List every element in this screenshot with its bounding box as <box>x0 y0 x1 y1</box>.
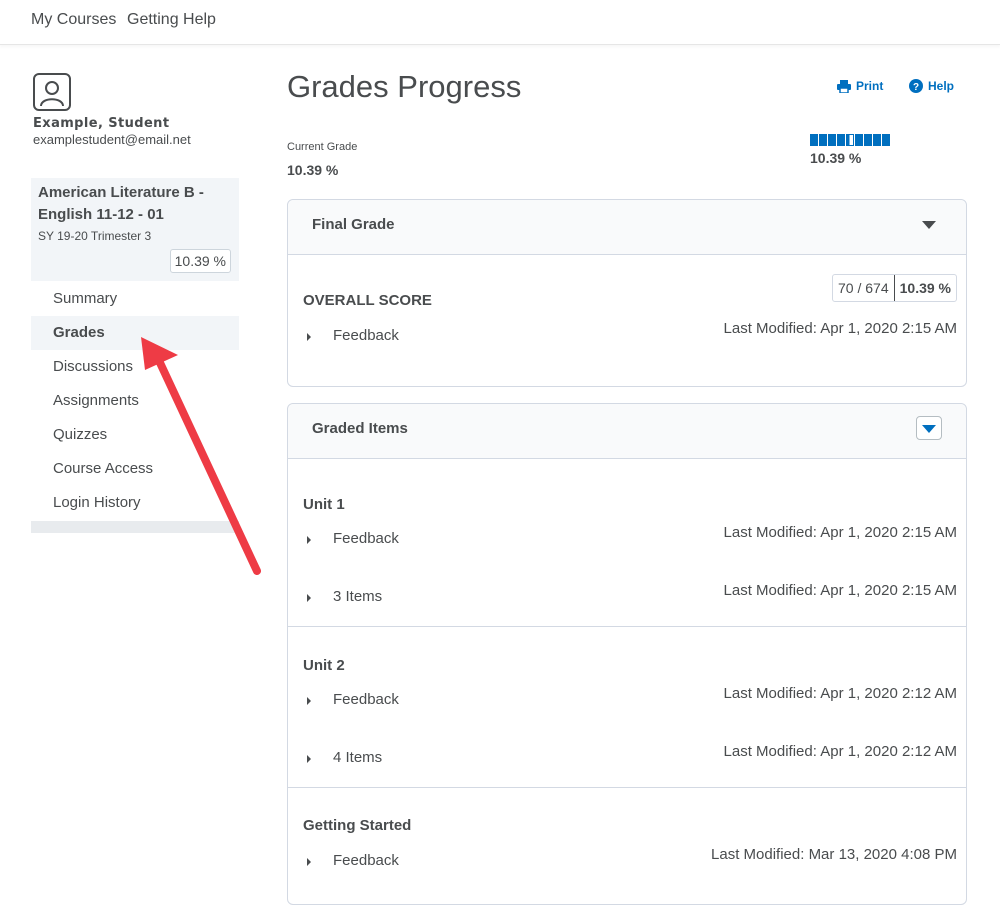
grade-meter <box>810 134 890 146</box>
last-modified: Last Modified: Apr 1, 2020 2:15 AM <box>723 524 957 541</box>
meter-segment <box>873 134 881 146</box>
items-count: 3 Items <box>333 588 383 605</box>
user-name: Example, Student <box>33 116 170 131</box>
feedback-toggle[interactable]: Feedback <box>307 852 399 869</box>
course-grade-badge: 10.39 % <box>169 249 231 273</box>
expand-triangle-icon <box>307 535 311 544</box>
feedback-label: Feedback <box>333 530 399 547</box>
help-button[interactable]: ? Help <box>909 79 954 93</box>
last-modified: Last Modified: Mar 13, 2020 4:08 PM <box>711 846 957 863</box>
section-title: Unit 2 <box>303 657 345 674</box>
current-grade-label: Current Grade <box>287 141 358 153</box>
user-email: examplestudent@email.net <box>33 132 191 147</box>
final-grade-header[interactable]: Final Grade <box>288 200 966 255</box>
graded-items-header[interactable]: Graded Items <box>288 404 966 459</box>
print-button[interactable]: Print <box>837 79 883 93</box>
meter-segment <box>882 134 890 146</box>
course-card: American Literature B - English 11-12 - … <box>31 178 239 281</box>
overall-score-box: 70 / 674 10.39 % <box>832 274 957 302</box>
user-icon <box>40 81 64 107</box>
graded-items-title: Graded Items <box>312 420 408 437</box>
section-title: Getting Started <box>303 817 412 834</box>
feedback-label: Feedback <box>333 691 399 708</box>
overall-percent: 10.39 % <box>899 280 951 296</box>
expand-triangle-icon <box>307 332 311 341</box>
help-icon: ? <box>909 79 923 93</box>
collapse-caret-icon[interactable] <box>922 221 936 229</box>
chevron-down-icon <box>922 425 936 433</box>
graded-items-panel: Graded Items Unit 1 Feedback Last Modifi… <box>287 403 967 905</box>
last-modified: Last Modified: Apr 1, 2020 2:15 AM <box>723 320 957 337</box>
overall-score-label: OVERALL SCORE <box>303 292 432 309</box>
meter-segment <box>819 134 827 146</box>
sidebar-item-summary[interactable]: Summary <box>31 282 239 316</box>
final-grade-title: Final Grade <box>312 216 395 233</box>
sidebar-item-quizzes[interactable]: Quizzes <box>31 418 239 452</box>
top-nav: My Courses Getting Help <box>0 0 1000 45</box>
meter-segment <box>864 134 872 146</box>
nav-my-courses[interactable]: My Courses <box>31 11 116 29</box>
collapse-button[interactable] <box>916 416 942 440</box>
course-name: American Literature B - English 11-12 - … <box>38 184 204 223</box>
help-label: Help <box>928 79 955 93</box>
feedback-toggle[interactable]: Feedback <box>307 530 399 547</box>
meter-segment <box>846 134 854 146</box>
course-term: SY 19-20 Trimester 3 <box>38 229 152 243</box>
page-title: Grades Progress <box>287 69 522 104</box>
items-toggle[interactable]: 4 Items <box>307 749 382 766</box>
sidebar-item-discussions[interactable]: Discussions <box>31 350 239 384</box>
sidebar-footer-bar <box>31 521 239 533</box>
expand-triangle-icon <box>307 857 311 866</box>
svg-text:?: ? <box>913 82 919 93</box>
feedback-toggle[interactable]: Feedback <box>307 327 399 344</box>
section-title: Unit 1 <box>303 496 345 513</box>
current-grade-value: 10.39 % <box>287 162 339 178</box>
divider <box>288 787 966 788</box>
last-modified: Last Modified: Apr 1, 2020 2:15 AM <box>723 582 957 599</box>
sidebar-menu: Summary Grades Discussions Assignments Q… <box>31 282 239 520</box>
items-count: 4 Items <box>333 749 383 766</box>
printer-icon <box>837 79 851 93</box>
feedback-label: Feedback <box>333 852 399 869</box>
sidebar-item-login-history[interactable]: Login History <box>31 486 239 520</box>
sidebar-item-course-access[interactable]: Course Access <box>31 452 239 486</box>
feedback-toggle[interactable]: Feedback <box>307 691 399 708</box>
final-grade-panel: Final Grade OVERALL SCORE 70 / 674 10.39… <box>287 199 967 387</box>
last-modified: Last Modified: Apr 1, 2020 2:12 AM <box>723 685 957 702</box>
sidebar-item-assignments[interactable]: Assignments <box>31 384 239 418</box>
sidebar-item-grades[interactable]: Grades <box>31 316 239 350</box>
print-label: Print <box>856 79 884 93</box>
expand-triangle-icon <box>307 754 311 763</box>
items-toggle[interactable]: 3 Items <box>307 588 382 605</box>
nav-getting-help[interactable]: Getting Help <box>127 11 216 29</box>
overall-points: 70 / 674 <box>833 275 895 301</box>
meter-segment <box>828 134 836 146</box>
expand-triangle-icon <box>307 696 311 705</box>
feedback-label: Feedback <box>333 327 399 344</box>
avatar <box>33 73 71 111</box>
meter-segment <box>855 134 863 146</box>
last-modified: Last Modified: Apr 1, 2020 2:12 AM <box>723 743 957 760</box>
meter-value: 10.39 % <box>810 150 862 166</box>
divider <box>288 626 966 627</box>
expand-triangle-icon <box>307 593 311 602</box>
meter-segment <box>837 134 845 146</box>
meter-segment <box>810 134 818 146</box>
